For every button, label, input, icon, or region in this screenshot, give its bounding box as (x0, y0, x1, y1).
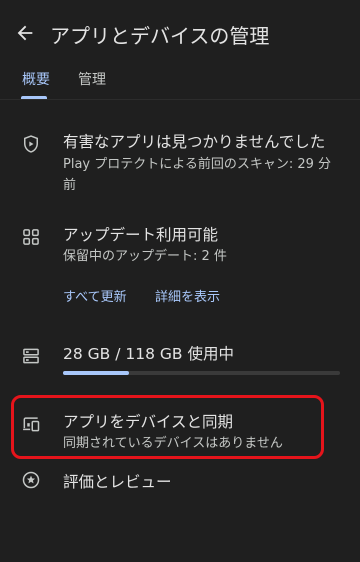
view-details-link[interactable]: 詳細を表示 (155, 286, 220, 305)
protect-title: 有害なアプリは見つかりませんでした (63, 133, 326, 151)
update-all-link[interactable]: すべて更新 (63, 286, 127, 305)
tab-bar: 概要 管理 (0, 62, 360, 102)
top-app-bar: アプリとデバイスの管理 (0, 0, 360, 64)
storage-icon (23, 348, 39, 364)
shield-play-icon (24, 135, 38, 153)
back-arrow-icon[interactable] (14, 22, 36, 44)
tab-divider (0, 99, 360, 100)
reviews-title: 評価とレビュー (63, 473, 172, 491)
apps-grid-icon (23, 229, 39, 245)
storage-label: 28 GB / 118 GB 使用中 (63, 345, 234, 363)
page-title: アプリとデバイスの管理 (50, 24, 270, 48)
tab-overview[interactable]: 概要 (22, 69, 50, 89)
star-circle-icon (22, 471, 40, 489)
storage-usage-fill (63, 371, 129, 375)
protect-subtitle: Play プロテクトによる前回のスキャン: 29 分前 (63, 157, 332, 193)
storage-usage-bar (63, 371, 340, 375)
sync-highlight-box (11, 395, 324, 459)
updates-title: アップデート利用可能 (63, 226, 219, 244)
updates-subtitle: 保留中のアップデート: 2 件 (63, 249, 227, 264)
tab-manage[interactable]: 管理 (78, 69, 106, 89)
